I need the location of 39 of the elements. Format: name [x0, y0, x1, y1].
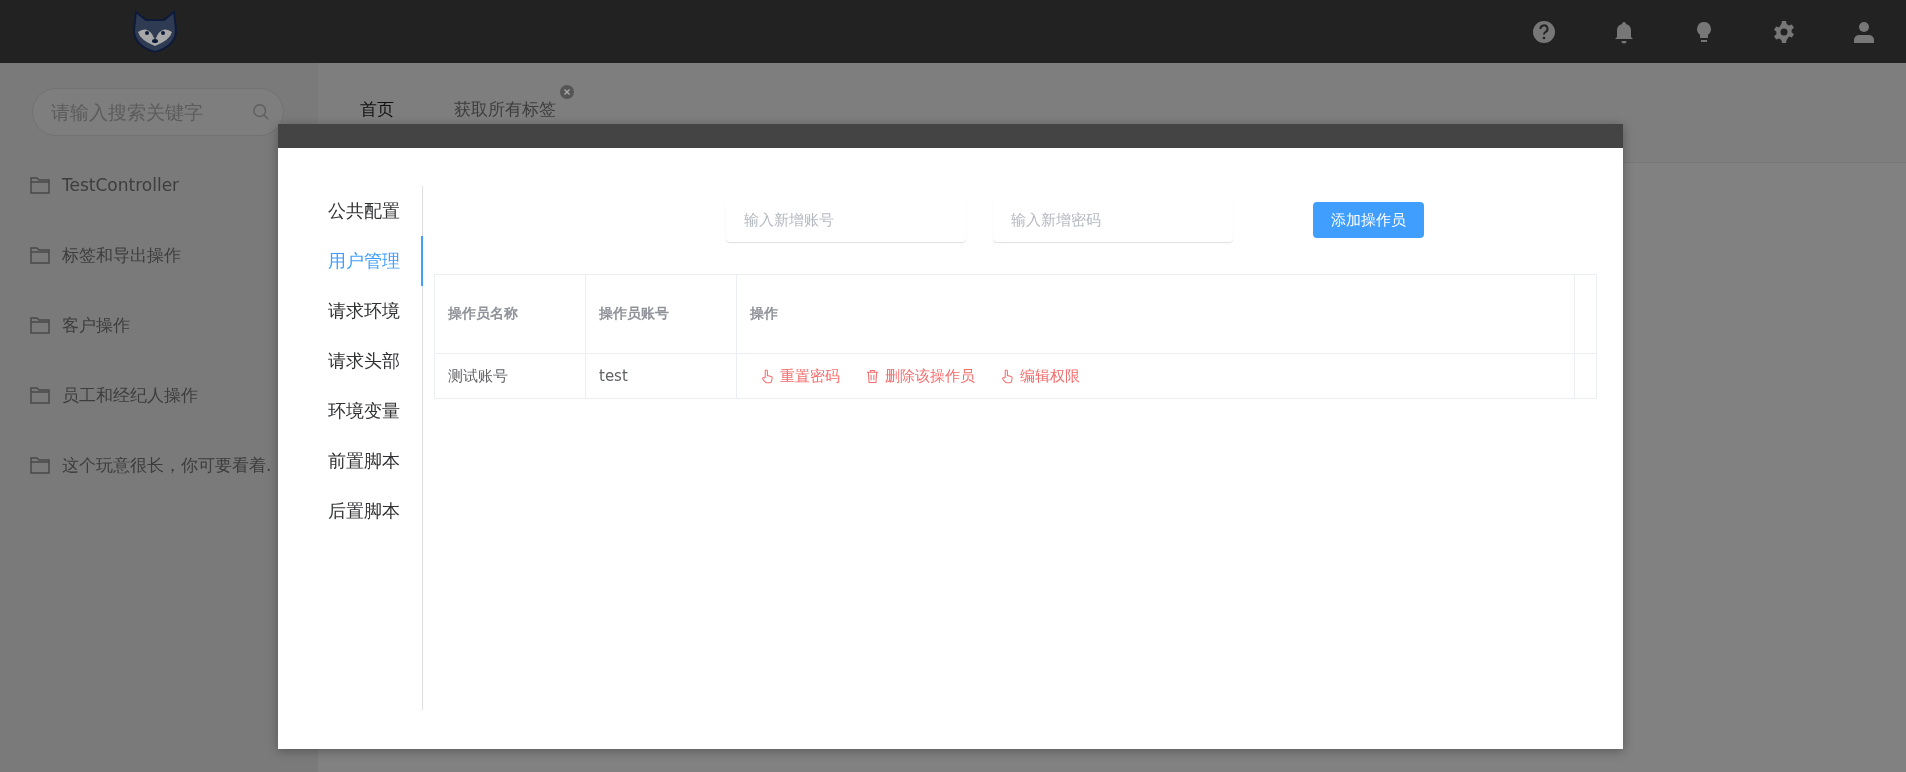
- settings-tab[interactable]: 用户管理: [328, 236, 423, 286]
- column-header: 操作员账号: [599, 305, 669, 323]
- sidebar-item[interactable]: 这个玩意很长，你可要看着.: [62, 453, 272, 477]
- close-icon[interactable]: [560, 85, 574, 99]
- tab[interactable]: 首页: [340, 85, 412, 121]
- column-header: 操作员名称: [448, 305, 518, 323]
- folder-icon: [30, 386, 50, 404]
- password-input[interactable]: 输入新增密码: [993, 198, 1233, 242]
- action-link[interactable]: 删除该操作员: [885, 366, 975, 386]
- search-icon: [252, 103, 270, 121]
- trash-icon: [866, 368, 879, 384]
- help-icon[interactable]: [1532, 19, 1556, 44]
- sidebar-item[interactable]: 员工和经纪人操作: [62, 383, 198, 407]
- add-operator-button[interactable]: 添加操作员: [1313, 202, 1424, 238]
- table-cell: 测试账号: [448, 366, 508, 386]
- sidebar-item[interactable]: TestController: [62, 175, 180, 195]
- folder-icon: [30, 176, 50, 194]
- pointing-hand-icon: [1001, 368, 1014, 384]
- tab[interactable]: 获取所有标签: [434, 85, 574, 121]
- column-header: 操作: [750, 305, 778, 323]
- sidebar-item[interactable]: 标签和导出操作: [62, 243, 181, 267]
- settings-tab[interactable]: 请求环境: [328, 286, 423, 336]
- settings-tab[interactable]: 环境变量: [328, 386, 423, 436]
- settings-tab[interactable]: 后置脚本: [328, 486, 423, 536]
- account-input[interactable]: 输入新增账号: [726, 198, 966, 242]
- pointing-hand-icon: [761, 368, 774, 384]
- settings-tab[interactable]: 请求头部: [328, 336, 423, 386]
- sidebar-item[interactable]: 客户操作: [62, 313, 130, 337]
- action-link[interactable]: 编辑权限: [1020, 366, 1080, 386]
- folder-icon: [30, 246, 50, 264]
- folder-icon: [30, 316, 50, 334]
- settings-tab[interactable]: 公共配置: [328, 186, 423, 236]
- table-cell: test: [599, 367, 628, 385]
- folder-icon: [30, 456, 50, 474]
- settings-tab[interactable]: 前置脚本: [328, 436, 423, 486]
- settings-icon[interactable]: [1772, 19, 1796, 44]
- user-icon[interactable]: [1852, 19, 1876, 44]
- raccoon-logo: [130, 9, 180, 54]
- action-link[interactable]: 重置密码: [780, 366, 840, 386]
